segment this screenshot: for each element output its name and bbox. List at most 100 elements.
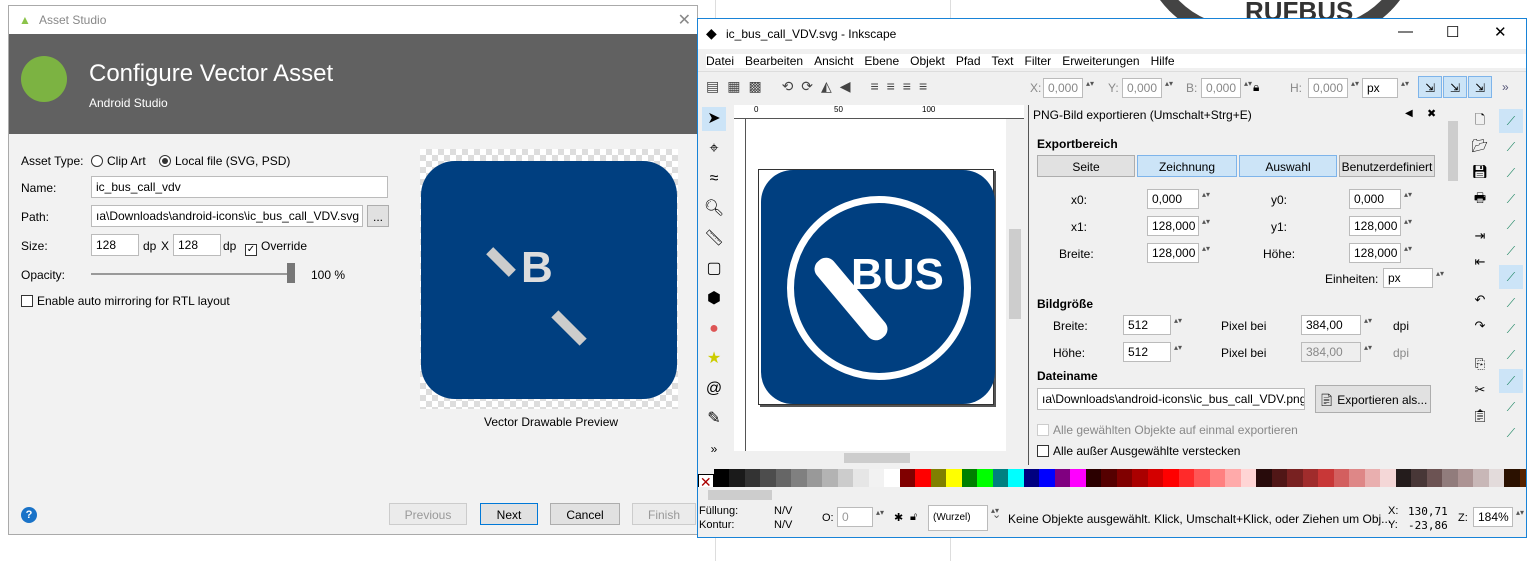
image-height-input[interactable]: 512 <box>1123 342 1182 362</box>
snap-option-icon[interactable]: ⟋ <box>1499 317 1523 341</box>
color-swatch[interactable] <box>775 469 791 487</box>
close-icon[interactable]: ✕ <box>1494 23 1507 41</box>
snap-option-icon[interactable]: ⟋ <box>1499 161 1523 185</box>
color-swatch[interactable] <box>1302 469 1318 487</box>
menu-filter[interactable]: Filter <box>1025 54 1052 68</box>
box-tool-icon[interactable]: ⬢ <box>702 287 726 311</box>
canvas[interactable]: BUS <box>746 119 1006 459</box>
color-swatch[interactable] <box>1364 469 1380 487</box>
snap-option-icon[interactable]: ⟋ <box>1499 239 1523 263</box>
opacity-input[interactable]: 0 <box>837 507 884 527</box>
color-swatch[interactable] <box>1116 469 1132 487</box>
path-input[interactable]: ıa\Downloads\android-icons\ic_bus_call_V… <box>91 205 363 227</box>
menu-pfad[interactable]: Pfad <box>956 54 981 68</box>
snap-option-icon[interactable]: ⟋ <box>1499 343 1523 367</box>
rect-tool-icon[interactable]: ▢ <box>702 257 726 281</box>
snap-option-icon[interactable]: ⟋ <box>1499 395 1523 419</box>
color-swatch[interactable] <box>1271 469 1287 487</box>
snap-option-icon[interactable]: ⟋ <box>1499 109 1523 133</box>
local-file-radio[interactable]: Local file (SVG, PSD) <box>159 154 290 168</box>
color-swatch[interactable] <box>946 469 962 487</box>
menu-datei[interactable]: Datei <box>706 54 734 68</box>
snap-option-icon[interactable]: ⟋ <box>1499 265 1523 289</box>
scroll-thumb[interactable] <box>1448 121 1458 181</box>
color-swatch[interactable] <box>1101 469 1117 487</box>
menu-bearbeiten[interactable]: Bearbeiten <box>745 54 803 68</box>
color-swatch[interactable] <box>1085 469 1101 487</box>
scroll-thumb[interactable] <box>844 453 910 463</box>
rtl-checkbox[interactable]: Enable auto mirroring for RTL layout <box>21 294 230 308</box>
color-swatch[interactable] <box>1488 469 1504 487</box>
stroke-value[interactable]: N/V <box>774 519 792 531</box>
snap-option-icon[interactable]: ⟋ <box>1499 213 1523 237</box>
color-swatch[interactable] <box>1457 469 1473 487</box>
color-swatch[interactable] <box>1008 469 1024 487</box>
y1-input[interactable]: 128,000 <box>1349 216 1412 236</box>
x1-input[interactable]: 128,000 <box>1147 216 1210 236</box>
layer-select[interactable]: (Wurzel) <box>928 505 999 531</box>
area-benutzerdefiniert-button[interactable]: Benutzerdefiniert <box>1339 155 1435 177</box>
close-icon[interactable]: ✕ <box>678 10 691 30</box>
override-checkbox[interactable]: ✓ Override <box>245 239 307 256</box>
area-seite-button[interactable]: Seite <box>1037 155 1135 177</box>
x0-input[interactable]: 0,000 <box>1147 189 1210 209</box>
color-swatch[interactable] <box>1039 469 1055 487</box>
finish-button[interactable]: Finish <box>632 503 696 525</box>
undo-icon[interactable]: ↶ <box>1468 289 1492 311</box>
menu-objekt[interactable]: Objekt <box>910 54 945 68</box>
area-height-input[interactable]: 128,000 <box>1349 243 1412 263</box>
hide-others-checkbox[interactable]: Alle außer Ausgewählte verstecken <box>1037 444 1240 458</box>
color-swatch[interactable] <box>853 469 869 487</box>
open-icon[interactable]: 📂︎ <box>1468 135 1492 157</box>
color-swatch[interactable] <box>1442 469 1458 487</box>
chevron-down-icon[interactable]: ⌄ <box>992 508 1008 521</box>
star-tool-icon[interactable]: ★ <box>702 347 726 371</box>
dpi-input[interactable]: 384,00 <box>1301 315 1372 335</box>
selector-tool-icon[interactable]: ➤ <box>702 107 726 131</box>
color-swatch[interactable] <box>1054 469 1070 487</box>
snap-option-icon[interactable]: ⟋ <box>1499 369 1523 393</box>
snap-toggle[interactable]: ⇲ <box>1468 76 1492 98</box>
layer-lock-icon[interactable]: 🔓︎ <box>910 511 917 524</box>
batch-export-checkbox[interactable]: Alle gewählten Objekte auf einmal export… <box>1037 423 1298 437</box>
filename-input[interactable]: ıa\Downloads\android-icons\ic_bus_call_V… <box>1037 388 1305 410</box>
clip-art-radio[interactable]: Clip Art <box>91 154 146 168</box>
menu-erweiterungen[interactable]: Erweiterungen <box>1062 54 1139 68</box>
snap-toggle[interactable]: ⇲ <box>1418 76 1442 98</box>
minimize-icon[interactable]: — <box>1398 23 1413 40</box>
color-swatch[interactable] <box>930 469 946 487</box>
color-swatch[interactable] <box>760 469 776 487</box>
panel-iconify-icon[interactable]: ◀ <box>1405 108 1413 119</box>
save-icon[interactable]: 💾︎ <box>1468 161 1492 183</box>
measure-tool-icon[interactable]: 📏︎ <box>702 227 726 251</box>
snap-toggle[interactable]: ⇲ <box>1443 76 1467 98</box>
copy-icon[interactable]: ⎘ <box>1468 353 1492 375</box>
dpi-input-disabled[interactable]: 384,00 <box>1301 342 1372 362</box>
y0-input[interactable]: 0,000 <box>1349 189 1412 209</box>
previous-button[interactable]: Previous <box>389 503 467 525</box>
color-swatch[interactable] <box>1380 469 1396 487</box>
snap-option-icon[interactable]: ⟋ <box>1499 187 1523 211</box>
zoom-tool-icon[interactable]: 🔍︎ <box>702 197 726 221</box>
color-swatch[interactable] <box>977 469 993 487</box>
print-icon[interactable]: 🖶 <box>1468 187 1492 209</box>
name-input[interactable]: ic_bus_call_vdv <box>91 176 388 198</box>
snap-option-icon[interactable]: ⟋ <box>1499 421 1523 445</box>
image-width-input[interactable]: 512 <box>1123 315 1182 335</box>
color-swatch[interactable] <box>1256 469 1272 487</box>
no-paint-swatch[interactable]: ✕ <box>698 474 714 487</box>
zoom-input[interactable]: 184% <box>1473 507 1524 527</box>
height-input[interactable]: 128 <box>173 234 221 256</box>
slider-thumb[interactable] <box>287 263 295 283</box>
color-swatch[interactable] <box>1070 469 1086 487</box>
color-swatch[interactable] <box>1163 469 1179 487</box>
unit-select[interactable]: px <box>1362 78 1409 98</box>
color-swatch[interactable] <box>1225 469 1241 487</box>
export-as-button[interactable]: 📄︎ Exportieren als... <box>1315 385 1431 413</box>
color-swatch[interactable] <box>1209 469 1225 487</box>
palette-scrollbar[interactable] <box>698 488 1526 502</box>
h-input[interactable]: 0,000 <box>1308 78 1359 98</box>
color-swatch[interactable] <box>729 469 745 487</box>
color-swatch[interactable] <box>1147 469 1163 487</box>
color-palette[interactable]: ✕ <box>698 469 1526 487</box>
